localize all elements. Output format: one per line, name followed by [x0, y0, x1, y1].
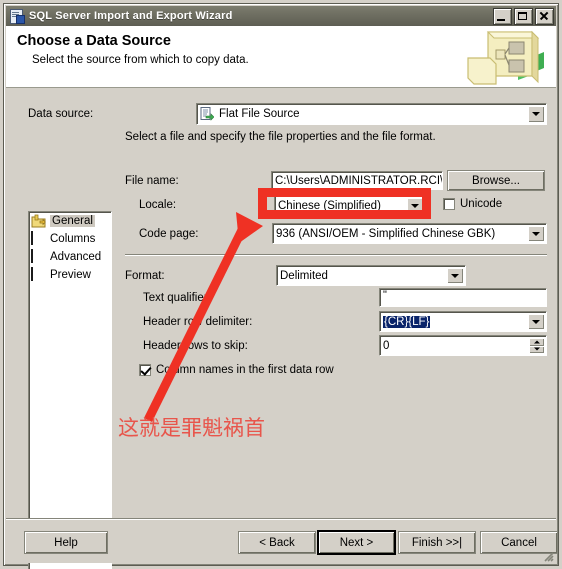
data-flow-icon [467, 30, 544, 85]
grid-icon [31, 267, 46, 282]
data-source-combobox[interactable]: Flat File Source [196, 103, 547, 125]
spin-down-button[interactable] [529, 345, 544, 353]
annotation-text: 这就是罪魁祸首 [118, 416, 265, 440]
close-button[interactable] [535, 7, 554, 25]
locale-dropdown-arrow[interactable] [407, 198, 423, 213]
unicode-checkbox-row[interactable]: Unicode [443, 198, 502, 210]
format-separator [125, 254, 547, 256]
nav-item-label: Preview [50, 269, 91, 281]
format-value: Delimited [280, 269, 328, 282]
flat-file-source-icon [200, 107, 214, 121]
header-row-delimiter-combobox[interactable]: {CR}{LF} [379, 311, 547, 332]
format-label: Format: [125, 270, 165, 282]
header-rows-to-skip-spinner[interactable]: 0 [379, 335, 547, 356]
wizard-footer: Help < Back Next > Finish >>| Cancel [6, 518, 558, 563]
text-qualifier-value: " [383, 289, 387, 301]
nav-item-label: Advanced [50, 251, 102, 263]
general-folder-icon [31, 214, 46, 228]
file-name-label: File name: [125, 175, 179, 187]
file-name-value: C:\Users\ADMINISTRATOR.RCI\ [275, 174, 443, 187]
nav-item-label: General [50, 215, 95, 227]
code-page-value: 936 (ANSI/OEM - Simplified Chinese GBK) [276, 227, 496, 240]
window-title: SQL Server Import and Export Wizard [29, 10, 233, 22]
page-subtitle: Select the source from which to copy dat… [32, 54, 249, 66]
grid-icon [31, 249, 46, 264]
nav-item-label: Columns [50, 233, 96, 245]
nav-item-general[interactable]: General [29, 212, 111, 230]
header-row-delimiter-value: {CR}{LF} [383, 315, 431, 328]
wizard-app-icon [9, 8, 25, 24]
screenshot-root: SQL Server Import and Export Wizard Choo… [0, 0, 562, 569]
header-rows-spin-buttons[interactable] [529, 338, 544, 353]
unicode-label: Unicode [460, 198, 503, 210]
locale-value: Chinese (Simplified) [278, 199, 381, 212]
wizard-body: Data source: Flat File Source General Co… [6, 88, 556, 569]
help-button[interactable]: Help [24, 531, 108, 554]
resize-grip[interactable] [540, 548, 554, 562]
nav-item-advanced[interactable]: Advanced [29, 248, 111, 266]
file-name-input[interactable]: C:\Users\ADMINISTRATOR.RCI\ [271, 171, 443, 190]
code-page-combobox[interactable]: 936 (ANSI/OEM - Simplified Chinese GBK) [272, 223, 547, 244]
data-source-label: Data source: [28, 108, 94, 120]
locale-label: Locale: [139, 199, 177, 211]
minimize-button[interactable] [493, 7, 512, 25]
wizard-banner: Choose a Data Source Select the source f… [6, 26, 556, 88]
spin-up-button[interactable] [529, 338, 544, 346]
page-nav-list[interactable]: General Columns Advanced Preview [28, 211, 112, 569]
header-row-delimiter-dropdown-arrow[interactable] [528, 314, 544, 329]
nav-item-preview[interactable]: Preview [29, 266, 111, 284]
column-names-checkbox-row[interactable]: Column names in the first data row [139, 364, 334, 376]
text-qualifier-label: Text qualifier: [143, 292, 211, 304]
locale-combobox[interactable]: Chinese (Simplified) [274, 195, 426, 216]
maximize-button[interactable] [514, 7, 533, 25]
instruction-text: Select a file and specify the file prope… [125, 131, 436, 143]
finish-button[interactable]: Finish >>| [398, 531, 476, 554]
column-names-checkbox[interactable] [139, 364, 151, 376]
page-title: Choose a Data Source [17, 33, 171, 49]
code-page-label: Code page: [139, 228, 199, 240]
header-rows-to-skip-value: 0 [383, 339, 390, 352]
text-qualifier-input[interactable]: " [379, 288, 547, 307]
title-bar: SQL Server Import and Export Wizard [6, 6, 556, 26]
header-row-delimiter-label: Header row delimiter: [143, 316, 253, 328]
header-rows-to-skip-label: Header rows to skip: [143, 340, 248, 352]
nav-item-columns[interactable]: Columns [29, 230, 111, 248]
format-dropdown-arrow[interactable] [447, 268, 463, 283]
format-combobox[interactable]: Delimited [276, 265, 466, 286]
data-source-value: Flat File Source [219, 108, 300, 120]
data-source-dropdown-arrow[interactable] [528, 106, 544, 122]
code-page-dropdown-arrow[interactable] [528, 226, 544, 241]
back-button[interactable]: < Back [238, 531, 316, 554]
window-controls [493, 7, 554, 25]
wizard-window: SQL Server Import and Export Wizard Choo… [3, 3, 559, 569]
browse-button[interactable]: Browse... [447, 170, 545, 191]
unicode-checkbox[interactable] [443, 198, 455, 210]
grid-icon [31, 231, 46, 246]
column-names-label: Column names in the first data row [156, 364, 334, 376]
next-button[interactable]: Next > [317, 530, 396, 555]
